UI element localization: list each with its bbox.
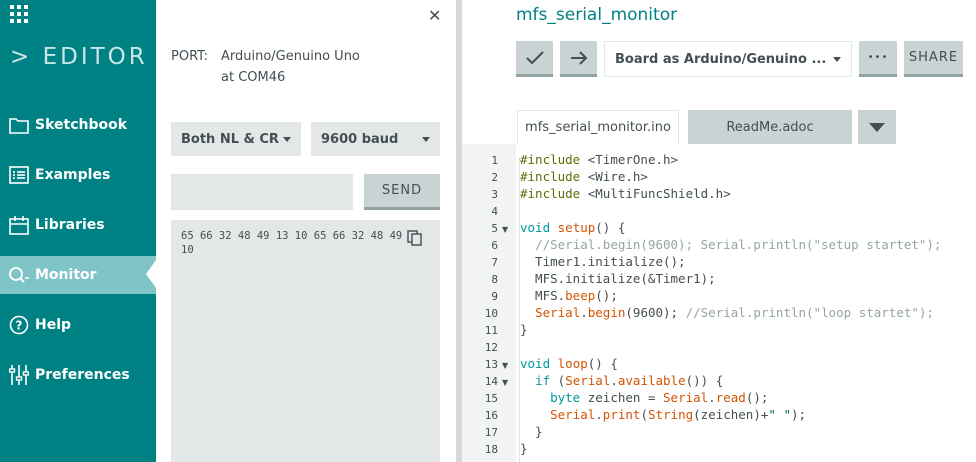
list-icon <box>8 164 30 186</box>
sidebar-item-preferences[interactable]: Preferences <box>0 356 156 394</box>
share-button[interactable]: SHARE <box>904 41 963 77</box>
board-select[interactable]: Board as Arduino/Genuino ... <box>604 41 852 77</box>
send-button-label: SEND <box>381 183 423 198</box>
code-line: MFS.beep(); <box>520 288 618 303</box>
code-line: #include <Wire.h> <box>520 169 648 184</box>
active-indicator <box>146 260 156 288</box>
folder-icon <box>8 114 30 136</box>
serial-send-input[interactable] <box>171 174 353 210</box>
sidebar: > EDITOR Sketchbook Examples Libraries M… <box>0 0 156 462</box>
line-number: 6 <box>491 239 498 252</box>
sidebar-item-monitor[interactable]: Monitor <box>0 256 156 294</box>
fold-arrow-icon[interactable]: ▼ <box>502 378 508 387</box>
code-line: void loop() { <box>520 356 618 371</box>
code-editor[interactable]: #include <TimerOne.h> #include <Wire.h> … <box>516 144 976 462</box>
sidebar-item-label: Monitor <box>35 267 97 283</box>
upload-button[interactable] <box>560 41 597 77</box>
baud-rate-value: 9600 baud <box>321 131 399 147</box>
apps-grid-icon[interactable] <box>10 5 28 23</box>
code-line: } <box>520 322 528 337</box>
code-line: #include <TimerOne.h> <box>520 152 679 167</box>
line-number: 3 <box>491 188 498 201</box>
line-number: 7 <box>491 256 498 269</box>
sidebar-item-libraries[interactable]: Libraries <box>0 206 156 244</box>
baud-rate-select[interactable]: 9600 baud <box>311 122 440 156</box>
editor-logo-text: EDITOR <box>42 44 148 70</box>
editor-logo: > EDITOR <box>10 44 148 70</box>
serial-output-line: 10 <box>181 244 194 256</box>
code-line: #include <MultiFuncShield.h> <box>520 186 731 201</box>
tab-menu-button[interactable] <box>858 110 896 144</box>
send-button[interactable]: SEND <box>364 174 440 210</box>
line-number: 10 <box>484 307 498 320</box>
code-line: } <box>520 441 528 456</box>
code-line: byte zeichen = Serial.read(); <box>550 390 769 405</box>
port-label: PORT: <box>171 49 209 64</box>
help-icon: ? <box>8 314 30 336</box>
tab-label: ReadMe.adoc <box>726 119 814 135</box>
more-options-button[interactable]: ••• <box>859 41 897 77</box>
chevron-down-icon <box>422 136 430 142</box>
line-number: 8 <box>491 273 498 286</box>
line-number: 5 <box>491 222 498 235</box>
serial-output[interactable]: 65 66 32 48 49 13 10 65 66 32 48 49 10 <box>171 220 440 462</box>
monitor-search-icon <box>8 264 30 286</box>
sidebar-item-label: Help <box>35 317 72 333</box>
svg-text:?: ? <box>16 319 23 333</box>
copy-icon[interactable] <box>407 230 423 246</box>
fold-arrow-icon[interactable]: ▼ <box>502 361 508 370</box>
library-icon <box>8 214 30 236</box>
sidebar-item-examples[interactable]: Examples <box>0 156 156 194</box>
share-button-label: SHARE <box>908 50 959 65</box>
line-ending-value: Both NL & CR <box>181 131 279 147</box>
line-number: 11 <box>484 324 498 337</box>
line-number: 4 <box>491 205 498 218</box>
code-line: Serial.begin(9600); //Serial.println("lo… <box>535 305 934 320</box>
line-number: 2 <box>491 171 498 184</box>
serial-output-line: 65 66 32 48 49 13 10 65 66 32 48 49 <box>181 230 403 242</box>
line-number-gutter: 1 2 3 4 5 ▼ 6 7 8 9 10 11 12 13 ▼ 14 ▼ 1… <box>462 144 516 462</box>
port-value: Arduino/Genuino Uno <box>221 49 360 64</box>
sidebar-item-label: Examples <box>35 167 111 183</box>
line-number: 17 <box>484 426 498 439</box>
line-number: 18 <box>484 443 498 456</box>
fold-arrow-icon[interactable]: ▼ <box>502 225 508 234</box>
tab-readme-adoc[interactable]: ReadMe.adoc <box>688 110 852 144</box>
sidebar-item-sketchbook[interactable]: Sketchbook <box>0 106 156 144</box>
code-line: if (Serial.available()) { <box>535 373 724 388</box>
line-number: 16 <box>484 409 498 422</box>
code-line: Serial.print(String(zeichen)+" "); <box>550 407 807 422</box>
line-number: 15 <box>484 392 498 405</box>
sidebar-item-help[interactable]: ? Help <box>0 306 156 344</box>
line-number: 1 <box>491 154 498 167</box>
checkmark-icon <box>525 50 544 64</box>
arrow-right-icon <box>570 50 587 65</box>
sidebar-item-label: Preferences <box>35 367 130 383</box>
line-ending-select[interactable]: Both NL & CR <box>171 122 301 156</box>
code-line: void setup() { <box>520 220 626 235</box>
verify-button[interactable] <box>516 41 553 77</box>
board-select-value: Board as Arduino/Genuino ... <box>615 51 827 67</box>
chevron-down-icon <box>869 122 885 132</box>
tab-label: mfs_serial_monitor.ino <box>525 120 671 135</box>
sidebar-item-label: Libraries <box>35 217 105 233</box>
chevron-down-icon <box>283 136 291 142</box>
port-value-com: at COM46 <box>221 70 286 85</box>
code-line: } <box>520 424 543 439</box>
line-number: 14 <box>484 375 498 388</box>
more-icon: ••• <box>867 52 889 63</box>
code-line: //Serial.begin(9600); Serial.println("se… <box>535 237 942 252</box>
sketch-title[interactable]: mfs_serial_monitor <box>516 5 677 25</box>
line-number: 12 <box>484 341 498 354</box>
tab-mfs-serial-monitor-ino[interactable]: mfs_serial_monitor.ino <box>517 110 679 144</box>
sidebar-item-label: Sketchbook <box>35 117 128 133</box>
code-line: MFS.initialize(&Timer1); <box>520 271 716 286</box>
chevron-down-icon <box>833 56 841 62</box>
line-number: 13 <box>484 358 498 371</box>
code-line: Timer1.initialize(); <box>520 254 686 269</box>
line-number: 9 <box>491 290 498 303</box>
sliders-icon <box>8 364 30 386</box>
close-icon[interactable]: ✕ <box>428 6 441 25</box>
